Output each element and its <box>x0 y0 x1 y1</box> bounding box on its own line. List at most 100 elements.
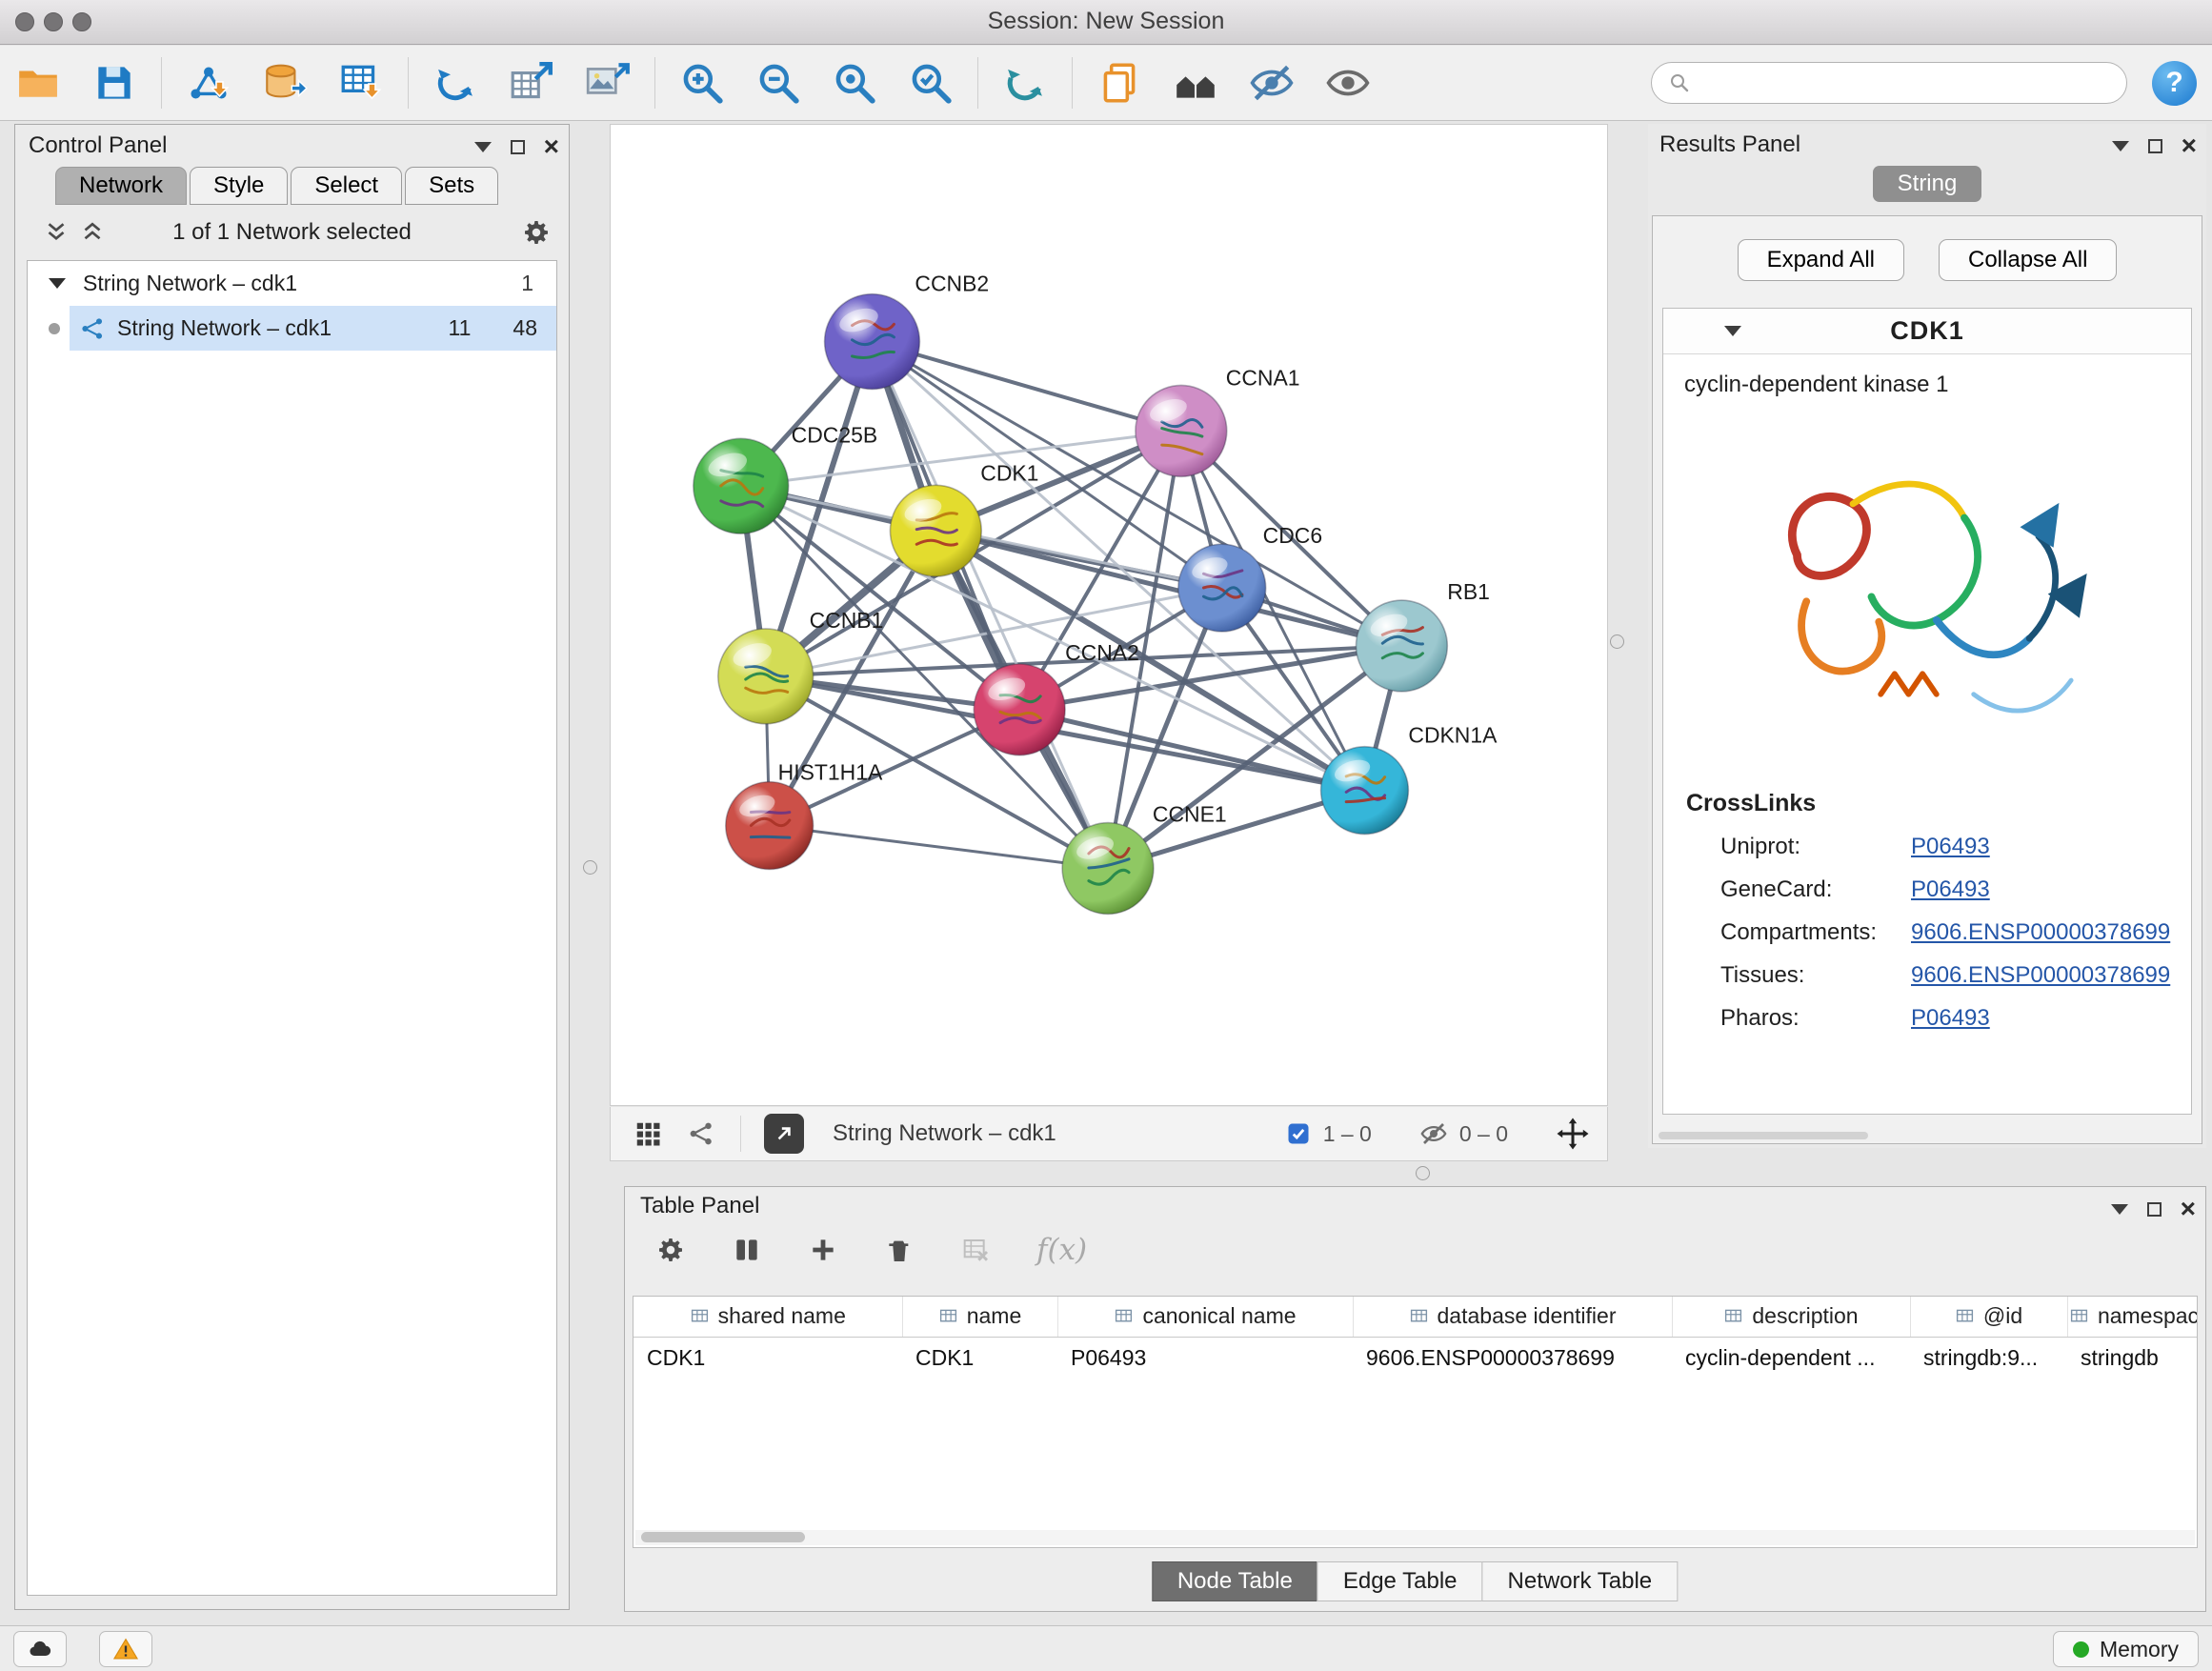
crosslink-link[interactable]: 9606.ENSP00000378699 <box>1911 919 2170 946</box>
crosslink-link[interactable]: 9606.ENSP00000378699 <box>1911 962 2170 989</box>
table-settings-gear-icon[interactable] <box>655 1235 686 1265</box>
network-node-CCNB2[interactable]: CCNB2 <box>825 272 990 390</box>
cloud-button[interactable] <box>13 1631 67 1667</box>
results-hscroll-thumb[interactable] <box>1659 1132 1868 1139</box>
network-overview-icon[interactable] <box>687 1119 715 1148</box>
memory-button[interactable]: Memory <box>2053 1631 2199 1667</box>
save-session-button[interactable] <box>89 57 140 109</box>
network-edge[interactable] <box>770 826 1108 869</box>
network-edge[interactable] <box>1019 710 1364 791</box>
show-all-button[interactable] <box>1322 57 1374 109</box>
zoom-out-button[interactable] <box>753 57 804 109</box>
hidden-eye-slash-icon[interactable] <box>1419 1119 1448 1148</box>
network-node-RB1[interactable]: RB1 <box>1356 579 1489 692</box>
birdseye-toggle-button[interactable] <box>764 1114 804 1154</box>
control-panel-collapse-icon[interactable] <box>474 142 492 152</box>
network-edge[interactable] <box>872 342 1108 869</box>
import-network-button[interactable] <box>183 57 234 109</box>
network-node-HIST1H1A[interactable]: HIST1H1A <box>726 760 883 870</box>
crosslink-link[interactable]: P06493 <box>1911 876 1990 903</box>
network-collection-row[interactable]: String Network – cdk1 1 <box>28 261 556 306</box>
network-node-CDK1[interactable]: CDK1 <box>890 460 1038 576</box>
results-float-icon[interactable] <box>2148 139 2162 153</box>
collection-disclosure-icon[interactable] <box>49 278 66 289</box>
column-header[interactable]: name <box>902 1297 1057 1337</box>
cell-name[interactable]: CDK1 <box>902 1337 1057 1379</box>
control-panel-float-icon[interactable] <box>511 140 525 154</box>
network-node-CCNA1[interactable]: CCNA1 <box>1136 365 1300 476</box>
selected-checkbox-icon[interactable] <box>1285 1120 1312 1147</box>
search-input[interactable] <box>1651 62 2127 104</box>
warnings-button[interactable] <box>99 1631 152 1667</box>
help-button[interactable]: ? <box>2152 61 2197 106</box>
table-row[interactable]: CDK1 CDK1 P06493 9606.ENSP00000378699 cy… <box>633 1337 2198 1379</box>
import-database-button[interactable] <box>259 57 311 109</box>
graphics-details-button[interactable] <box>1170 57 1221 109</box>
zoom-fit-button[interactable] <box>829 57 880 109</box>
table-close-icon[interactable]: × <box>2181 1196 2196 1222</box>
cell-database-identifier[interactable]: 9606.ENSP00000378699 <box>1353 1337 1672 1379</box>
refresh-layout-button[interactable] <box>999 57 1051 109</box>
crosslink-row: GeneCard: P06493 <box>1663 860 2191 903</box>
zoom-selected-button[interactable] <box>905 57 956 109</box>
network-options-gear-icon[interactable] <box>521 217 552 248</box>
crosslink-link[interactable]: P06493 <box>1911 1005 1990 1032</box>
results-hscrollbar[interactable] <box>1655 1130 2200 1141</box>
column-header[interactable]: description <box>1672 1297 1910 1337</box>
table-toolbar: f(x) <box>655 1233 1087 1267</box>
crosslink-link[interactable]: P06493 <box>1911 834 1990 860</box>
hide-selected-button[interactable] <box>1246 57 1297 109</box>
cell-id[interactable]: stringdb:9... <box>1910 1337 2067 1379</box>
tab-edge-table[interactable]: Edge Table <box>1317 1561 1483 1601</box>
import-table-icon <box>337 59 385 107</box>
grid-view-icon[interactable] <box>633 1119 662 1148</box>
tab-network-table[interactable]: Network Table <box>1482 1561 1679 1601</box>
column-header[interactable]: @id <box>1910 1297 2067 1337</box>
column-header[interactable]: canonical name <box>1057 1297 1353 1337</box>
control-panel-close-icon[interactable]: × <box>544 133 559 160</box>
table-hscroll-thumb[interactable] <box>641 1532 805 1542</box>
export-image-button[interactable] <box>582 57 633 109</box>
duplicate-network-button[interactable] <box>1094 57 1145 109</box>
delete-column-icon[interactable] <box>884 1235 915 1265</box>
left-splitter-handle[interactable] <box>583 860 597 875</box>
gene-disclosure-icon[interactable] <box>1724 326 1741 336</box>
tab-select[interactable]: Select <box>291 167 402 205</box>
table-float-icon[interactable] <box>2147 1202 2162 1217</box>
collapse-all-button[interactable]: Collapse All <box>1939 239 2117 281</box>
right-splitter-handle[interactable] <box>1610 634 1624 649</box>
tab-sets[interactable]: Sets <box>405 167 498 205</box>
column-header[interactable]: namespac <box>2067 1297 2198 1337</box>
export-table-button[interactable] <box>506 57 557 109</box>
import-table-button[interactable] <box>335 57 387 109</box>
string-tab-badge[interactable]: String <box>1873 166 1982 202</box>
tab-network[interactable]: Network <box>55 167 187 205</box>
network-canvas[interactable]: CCNB2CCNA1CDC25BCDK1CDC6RB1CCNB1CCNA2CDK… <box>611 125 1607 1105</box>
new-network-button[interactable] <box>430 57 481 109</box>
eye-icon <box>1324 59 1372 107</box>
show-columns-icon[interactable] <box>732 1235 762 1265</box>
cell-shared-name[interactable]: CDK1 <box>633 1337 902 1379</box>
cell-canonical-name[interactable]: P06493 <box>1057 1337 1353 1379</box>
pan-tool-icon[interactable] <box>1556 1117 1590 1151</box>
add-column-icon[interactable] <box>808 1235 838 1265</box>
results-collapse-icon[interactable] <box>2112 141 2129 151</box>
cell-namespace[interactable]: stringdb <box>2067 1337 2198 1379</box>
results-close-icon[interactable]: × <box>2182 132 2197 159</box>
bottom-splitter-handle[interactable] <box>1416 1166 1430 1180</box>
column-header[interactable]: database identifier <box>1353 1297 1672 1337</box>
results-content-box: Expand All Collapse All CDK1 cyclin-depe… <box>1652 215 2202 1144</box>
column-header[interactable]: shared name <box>633 1297 902 1337</box>
network-row[interactable]: String Network – cdk1 11 48 <box>28 306 556 351</box>
table-hscrollbar[interactable] <box>635 1530 2195 1545</box>
zoom-in-button[interactable] <box>676 57 728 109</box>
expand-all-button[interactable]: Expand All <box>1738 239 1904 281</box>
gene-section-header[interactable]: CDK1 <box>1663 309 2191 354</box>
tab-node-table[interactable]: Node Table <box>1152 1561 1318 1601</box>
network-node-CDC6[interactable]: CDC6 <box>1178 523 1322 632</box>
table-collapse-icon[interactable] <box>2111 1204 2128 1215</box>
cell-description[interactable]: cyclin-dependent ... <box>1672 1337 1910 1379</box>
network-node-CDKN1A[interactable]: CDKN1A <box>1321 723 1498 835</box>
tab-style[interactable]: Style <box>190 167 288 205</box>
open-session-button[interactable] <box>12 57 64 109</box>
